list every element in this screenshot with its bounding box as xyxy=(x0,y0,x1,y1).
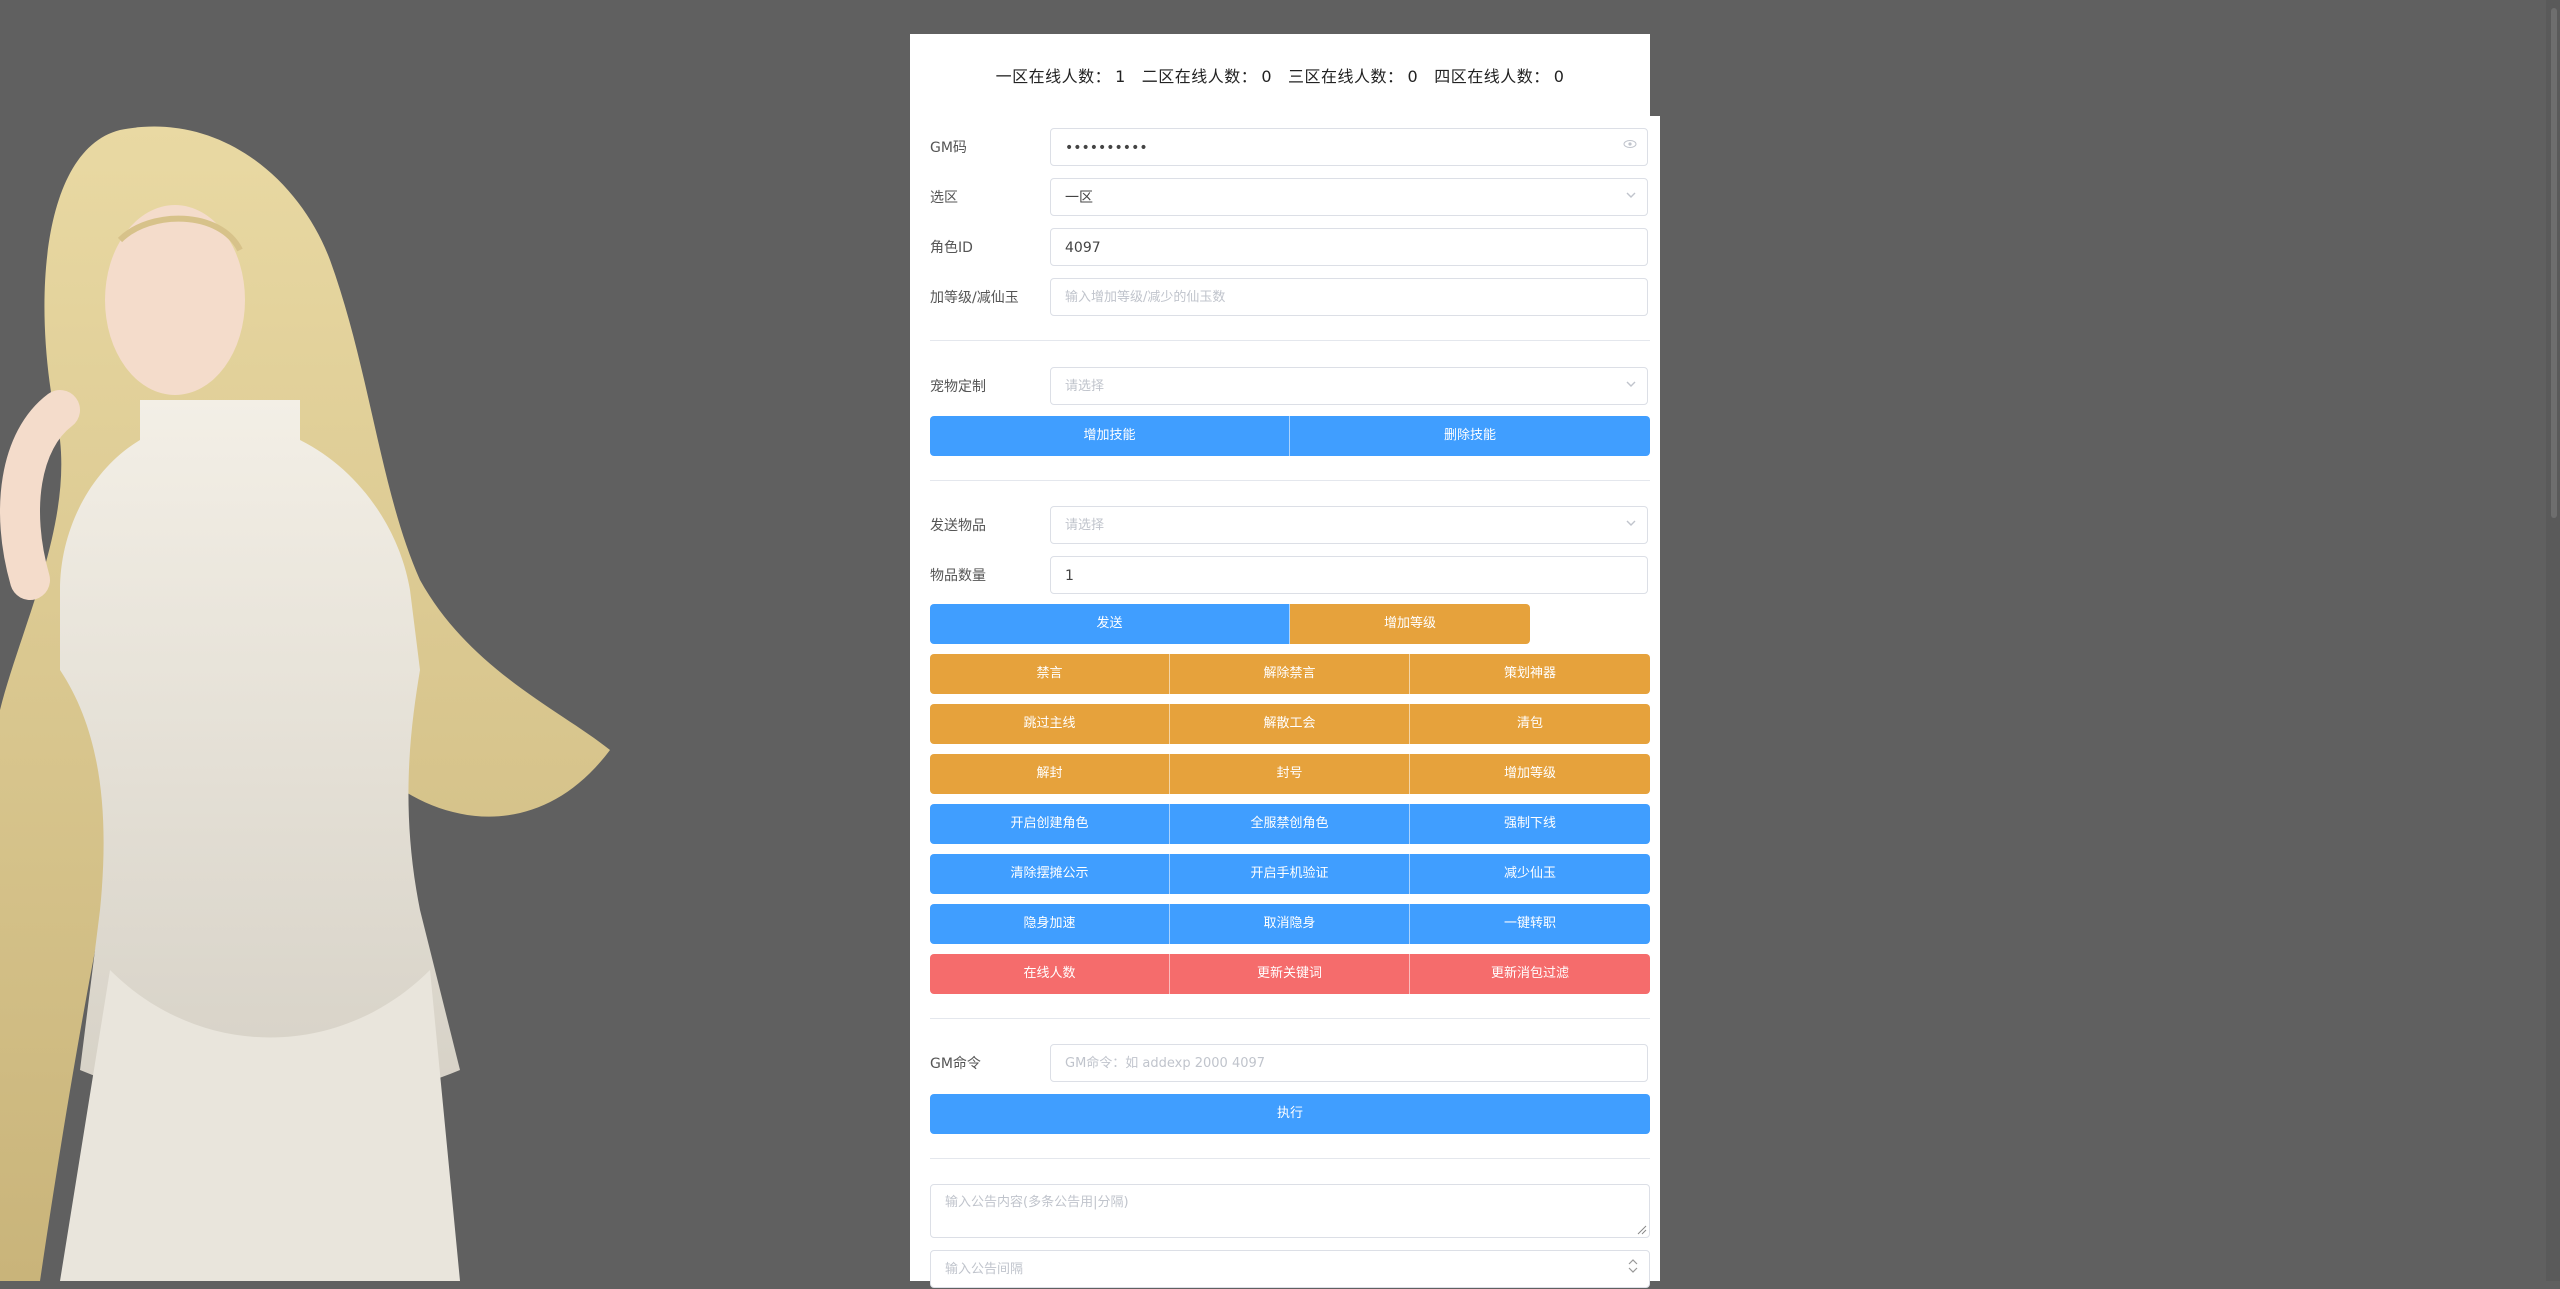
enable-create-role-button[interactable]: 开启创建角色 xyxy=(930,804,1170,844)
send-button[interactable]: 发送 xyxy=(930,604,1290,644)
scrollbar-thumb[interactable] xyxy=(2551,8,2557,518)
ban-button[interactable]: 封号 xyxy=(1170,754,1410,794)
zone-select[interactable]: 一区 xyxy=(1050,178,1648,216)
action-row-5: 清除摆摊公示 开启手机验证 减少仙玉 xyxy=(930,854,1650,894)
execute-button[interactable]: 执行 xyxy=(930,1094,1650,1134)
notice-interval-input[interactable]: 输入公告间隔 xyxy=(930,1250,1650,1288)
stepper-icon[interactable] xyxy=(1627,1251,1639,1289)
gm-code-row: GM码 •••••••••• xyxy=(930,128,1650,168)
add-skill-button[interactable]: 增加技能 xyxy=(930,416,1290,456)
reduce-jade-button[interactable]: 减少仙玉 xyxy=(1410,854,1650,894)
chevron-down-icon xyxy=(1625,368,1637,406)
level-input[interactable]: 输入增加等级/减少的仙玉数 xyxy=(1050,278,1648,316)
invisible-speed-button[interactable]: 隐身加速 xyxy=(930,904,1170,944)
zone4-value: 0 xyxy=(1553,67,1565,86)
quantity-row: 物品数量 1 xyxy=(930,556,1650,596)
gm-command-input[interactable]: GM命令：如 addexp 2000 4097 xyxy=(1050,1044,1648,1082)
zone-label: 选区 xyxy=(930,190,958,206)
gm-command-row: GM命令 GM命令：如 addexp 2000 4097 xyxy=(930,1044,1650,1084)
interval-placeholder: 输入公告间隔 xyxy=(945,1262,1024,1277)
item-row: 发送物品 请选择 xyxy=(930,506,1650,546)
mute-button[interactable]: 禁言 xyxy=(930,654,1170,694)
divider xyxy=(930,1158,1650,1159)
enable-phone-verify-button[interactable]: 开启手机验证 xyxy=(1170,854,1410,894)
update-filter-button[interactable]: 更新消包过滤 xyxy=(1410,954,1650,994)
online-count-button[interactable]: 在线人数 xyxy=(930,954,1170,994)
item-select-placeholder: 请选择 xyxy=(1065,518,1105,533)
skip-main-quest-button[interactable]: 跳过主线 xyxy=(930,704,1170,744)
zone-row: 选区 一区 xyxy=(930,178,1650,218)
zone1-label: 一区在线人数： xyxy=(995,67,1112,86)
eye-icon[interactable] xyxy=(1623,129,1637,167)
disable-create-role-button[interactable]: 全服禁创角色 xyxy=(1170,804,1410,844)
character-illustration xyxy=(0,126,610,1281)
skill-button-row: 增加技能 删除技能 xyxy=(930,416,1650,456)
notice-textarea[interactable]: 输入公告内容(多条公告用|分隔) xyxy=(930,1184,1650,1238)
page-scrollbar[interactable] xyxy=(2546,0,2560,1281)
execute-row: 执行 xyxy=(930,1094,1650,1134)
level-row: 加等级/减仙玉 输入增加等级/减少的仙玉数 xyxy=(930,278,1650,318)
unban-button[interactable]: 解封 xyxy=(930,754,1170,794)
clear-stall-notice-button[interactable]: 清除摆摊公示 xyxy=(930,854,1170,894)
update-keywords-button[interactable]: 更新关键词 xyxy=(1170,954,1410,994)
zone4-online: 四区在线人数： 0 xyxy=(1434,63,1564,87)
zone2-label: 二区在线人数： xyxy=(1141,67,1258,86)
quantity-input[interactable]: 1 xyxy=(1050,556,1648,594)
one-click-job-change-button[interactable]: 一键转职 xyxy=(1410,904,1650,944)
resize-handle-icon[interactable] xyxy=(1637,1225,1647,1235)
item-select[interactable]: 请选择 xyxy=(1050,506,1648,544)
quantity-label: 物品数量 xyxy=(930,568,986,584)
zone2-online: 二区在线人数： 0 xyxy=(1142,63,1272,87)
divider xyxy=(930,340,1650,341)
chevron-down-icon xyxy=(1625,507,1637,545)
zone4-label: 四区在线人数： xyxy=(1434,67,1550,86)
role-id-value: 4097 xyxy=(1065,240,1101,256)
divider xyxy=(930,480,1650,481)
item-label: 发送物品 xyxy=(930,518,986,534)
delete-skill-button[interactable]: 删除技能 xyxy=(1290,416,1650,456)
action-row-1: 禁言 解除禁言 策划神器 xyxy=(930,654,1650,694)
increase-level-button[interactable]: 增加等级 xyxy=(1410,754,1650,794)
notice-placeholder: 输入公告内容(多条公告用|分隔) xyxy=(945,1195,1129,1210)
gm-code-value: •••••••••• xyxy=(1065,140,1148,156)
level-label: 加等级/减仙玉 xyxy=(930,290,1019,306)
gm-code-input[interactable]: •••••••••• xyxy=(1050,128,1648,166)
clear-bag-button[interactable]: 清包 xyxy=(1410,704,1650,744)
quantity-value: 1 xyxy=(1065,568,1074,584)
add-level-button[interactable]: 增加等级 xyxy=(1290,604,1530,644)
zone2-value: 0 xyxy=(1261,67,1272,86)
gm-code-label: GM码 xyxy=(930,140,967,156)
zone3-online: 三区在线人数： 0 xyxy=(1288,63,1418,87)
force-offline-button[interactable]: 强制下线 xyxy=(1410,804,1650,844)
zone3-label: 三区在线人数： xyxy=(1288,67,1404,86)
cancel-invisible-button[interactable]: 取消隐身 xyxy=(1170,904,1410,944)
gm-command-label: GM命令 xyxy=(930,1056,981,1072)
zone1-online: 一区在线人数： 1 xyxy=(996,63,1126,87)
action-row-3: 解封 封号 增加等级 xyxy=(930,754,1650,794)
action-row-7: 在线人数 更新关键词 更新消包过滤 xyxy=(930,954,1650,994)
zone3-value: 0 xyxy=(1407,67,1419,86)
divider xyxy=(930,1018,1650,1019)
zone-select-value: 一区 xyxy=(1065,190,1093,206)
gm-panel: GM码 •••••••••• 选区 一区 角色ID 4097 加等级/减仙玉 输… xyxy=(910,116,1660,1288)
action-row-6: 隐身加速 取消隐身 一键转职 xyxy=(930,904,1650,944)
disband-guild-button[interactable]: 解散工会 xyxy=(1170,704,1410,744)
chevron-down-icon xyxy=(1625,179,1637,217)
pet-row: 宠物定制 请选择 xyxy=(930,367,1650,407)
role-id-input[interactable]: 4097 xyxy=(1050,228,1648,266)
online-count-bar: 一区在线人数： 1 二区在线人数： 0 三区在线人数： 0 四区在线人数： 0 xyxy=(910,34,1650,116)
zone1-value: 1 xyxy=(1115,67,1126,86)
action-row-4: 开启创建角色 全服禁创角色 强制下线 xyxy=(930,804,1650,844)
planner-artifact-button[interactable]: 策划神器 xyxy=(1410,654,1650,694)
send-button-row: 发送 增加等级 xyxy=(930,604,1530,644)
unmute-button[interactable]: 解除禁言 xyxy=(1170,654,1410,694)
pet-select[interactable]: 请选择 xyxy=(1050,367,1648,405)
role-id-label: 角色ID xyxy=(930,240,973,256)
role-id-row: 角色ID 4097 xyxy=(930,228,1650,268)
pet-label: 宠物定制 xyxy=(930,379,986,395)
action-row-2: 跳过主线 解散工会 清包 xyxy=(930,704,1650,744)
pet-select-placeholder: 请选择 xyxy=(1065,379,1105,394)
